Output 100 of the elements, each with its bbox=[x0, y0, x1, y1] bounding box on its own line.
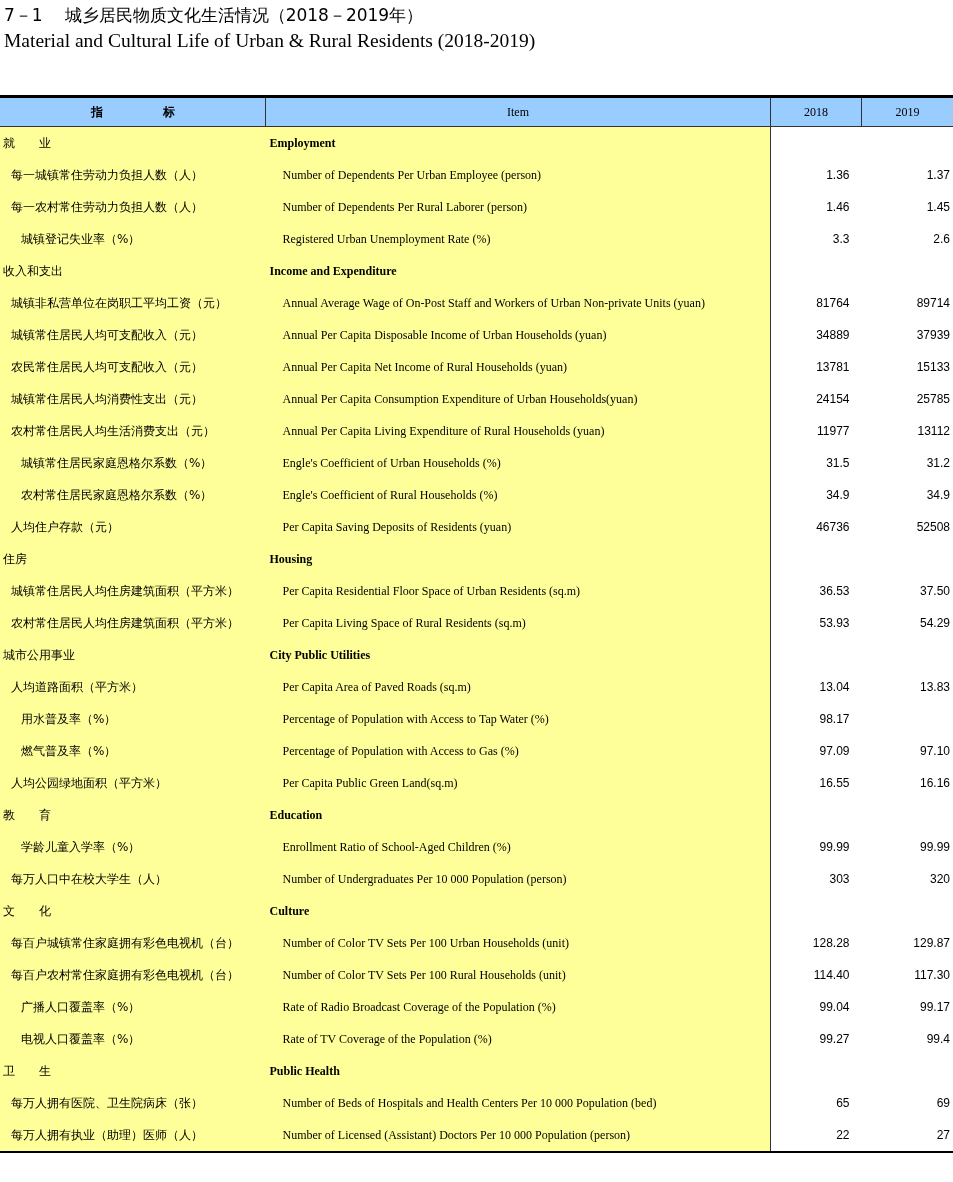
table-cell-text: 97.10 bbox=[918, 743, 951, 760]
table-number: 7－1 bbox=[4, 4, 43, 27]
table-cell: Enrollment Ratio of School-Aged Children (%) bbox=[265, 831, 771, 863]
table-cell: 每万人拥有医院、卫生院病床（张） bbox=[0, 1087, 266, 1119]
table-cell: 住房 bbox=[0, 543, 266, 575]
table-cell: Number of Undergraduates Per 10 000 Population (person) bbox=[265, 863, 771, 895]
table-cell: Rate of TV Coverage of the Population (%) bbox=[265, 1023, 771, 1055]
table-cell: 34889 bbox=[770, 319, 862, 351]
table-cell: 99.27 bbox=[770, 1023, 862, 1055]
page-subtitle: Material and Cultural Life of Urban & Rural Residents (2018-2019) bbox=[3, 30, 537, 53]
table-cell: 城市公用事业 bbox=[0, 639, 266, 671]
table-cell: Public Health bbox=[265, 1055, 771, 1087]
table-cell: Annual Per Capita Disposable Income of Urban Households (yuan) bbox=[265, 319, 771, 351]
table-cell: 农村常住居民家庭恩格尔系数（%） bbox=[0, 479, 266, 511]
table-cell: Registered Urban Unemployment Rate (%) bbox=[265, 223, 771, 255]
table-cell: 燃气普及率（%） bbox=[0, 735, 266, 767]
table-cell-text: 13.83 bbox=[918, 679, 951, 696]
table-cell: 广播人口覆盖率（%） bbox=[0, 991, 266, 1023]
table-cell-text: 37.50 bbox=[918, 583, 951, 600]
table-cell: Number of Licensed (Assistant) Doctors Per 10 000 Population (person) bbox=[265, 1119, 771, 1152]
table-cell: 每百户城镇常住家庭拥有彩色电视机（台） bbox=[0, 927, 266, 959]
table-cell: 用水普及率（%） bbox=[0, 703, 266, 735]
table-cell: 人均道路面积（平方米） bbox=[0, 671, 266, 703]
table-cell: 文 化 bbox=[0, 895, 266, 927]
table-cell: Education bbox=[265, 799, 771, 831]
table-cell: City Public Utilities bbox=[265, 639, 771, 671]
table-cell: Annual Per Capita Net Income of Rural Households (yuan) bbox=[265, 351, 771, 383]
table-cell: Employment bbox=[265, 126, 771, 159]
table-cell: 16.55 bbox=[770, 767, 862, 799]
table-cell: 13781 bbox=[770, 351, 862, 383]
page-title: 城乡居民物质文化生活情况（2018－2019年） bbox=[64, 4, 424, 27]
table-cell: 城镇常住居民人均住房建筑面积（平方米） bbox=[0, 575, 266, 607]
table-cell: 53.93 bbox=[770, 607, 862, 639]
table-cell: 每百户农村常住家庭拥有彩色电视机（台） bbox=[0, 959, 266, 991]
table-cell: 每一城镇常住劳动力负担人数（人） bbox=[0, 159, 266, 191]
table-cell: 27 bbox=[861, 1119, 953, 1152]
table-cell-text: 37939 bbox=[915, 327, 951, 344]
table-cell: 城镇常住居民人均消费性支出（元） bbox=[0, 383, 266, 415]
table-cell: 每万人拥有执业（助理）医师（人） bbox=[0, 1119, 266, 1152]
table-cell: 人均公园绿地面积（平方米） bbox=[0, 767, 266, 799]
table-cell: Housing bbox=[265, 543, 771, 575]
table-cell: 农村常住居民人均生活消费支出（元） bbox=[0, 415, 266, 447]
table-cell: 99.99 bbox=[770, 831, 862, 863]
table-cell: 就 业 bbox=[0, 126, 266, 159]
table-cell: 34.9 bbox=[770, 479, 862, 511]
table-cell-text: 1.45 bbox=[925, 199, 951, 216]
table-cell: 电视人口覆盖率（%） bbox=[0, 1023, 266, 1055]
table-cell: 1.46 bbox=[770, 191, 862, 223]
table-cell: Engle's Coefficient of Rural Households (%) bbox=[265, 479, 771, 511]
table-cell: Income and Expenditure bbox=[265, 255, 771, 287]
table-cell-text: 16.16 bbox=[918, 775, 951, 792]
table-cell-text: 1.37 bbox=[925, 167, 951, 184]
table-cell: Culture bbox=[265, 895, 771, 927]
table-cell-text: 34.9 bbox=[925, 487, 951, 504]
table-cell: 收入和支出 bbox=[0, 255, 266, 287]
table-cell: 1.36 bbox=[770, 159, 862, 191]
column-header: 2018 bbox=[770, 96, 862, 127]
table-cell: 98.17 bbox=[770, 703, 862, 735]
table-cell: Per Capita Saving Deposits of Residents (yuan) bbox=[265, 511, 771, 543]
table-cell-text: 2.6 bbox=[932, 231, 951, 248]
table-cell: Percentage of Population with Access to Tap Water (%) bbox=[265, 703, 771, 735]
table-cell: Engle's Coefficient of Urban Households (%) bbox=[265, 447, 771, 479]
table-cell: Annual Average Wage of On-Post Staff and Workers of Urban Non-private Units (yuan) bbox=[265, 287, 771, 319]
table-cell: 城镇非私营单位在岗职工平均工资（元） bbox=[0, 287, 266, 319]
table-cell: Number of Dependents Per Urban Employee (person) bbox=[265, 159, 771, 191]
table-cell: 13.04 bbox=[770, 671, 862, 703]
table-cell: 22 bbox=[770, 1119, 862, 1152]
column-header: 2019 bbox=[861, 96, 953, 127]
table-cell: 114.40 bbox=[770, 959, 862, 991]
table-cell: 128.28 bbox=[770, 927, 862, 959]
table-cell: Number of Color TV Sets Per 100 Rural Households (unit) bbox=[265, 959, 771, 991]
table-cell: 81764 bbox=[770, 287, 862, 319]
table-cell: 每一农村常住劳动力负担人数（人） bbox=[0, 191, 266, 223]
table-cell: Number of Color TV Sets Per 100 Urban Households (unit) bbox=[265, 927, 771, 959]
table-cell: 99.04 bbox=[770, 991, 862, 1023]
table-cell: 人均住户存款（元） bbox=[0, 511, 266, 543]
table-cell: Rate of Radio Broadcast Coverage of the Population (%) bbox=[265, 991, 771, 1023]
table-cell: 城镇常住居民人均可支配收入（元） bbox=[0, 319, 266, 351]
table-cell: 教 育 bbox=[0, 799, 266, 831]
table-cell: Number of Dependents Per Rural Laborer (person) bbox=[265, 191, 771, 223]
table-cell-text: 52508 bbox=[915, 519, 951, 536]
table-cell-text: 54.29 bbox=[918, 615, 951, 632]
table-cell: 城镇登记失业率（%） bbox=[0, 223, 266, 255]
table-cell: 农村常住居民人均住房建筑面积（平方米） bbox=[0, 607, 266, 639]
table-cell: Per Capita Living Space of Rural Residents (sq.m) bbox=[265, 607, 771, 639]
table-cell: 学龄儿童入学率（%） bbox=[0, 831, 266, 863]
table-cell: Percentage of Population with Access to Gas (%) bbox=[265, 735, 771, 767]
table-cell-text: 89714 bbox=[915, 295, 951, 312]
table-cell: 303 bbox=[770, 863, 862, 895]
table-cell: 3.3 bbox=[770, 223, 862, 255]
table-cell: 每万人口中在校大学生（人） bbox=[0, 863, 266, 895]
table-cell-text: 31.2 bbox=[925, 455, 951, 472]
table-cell: 卫 生 bbox=[0, 1055, 266, 1087]
table-cell-text: 117.30 bbox=[913, 967, 951, 984]
column-header: Item bbox=[265, 96, 771, 127]
table-cell-text: 13112 bbox=[916, 423, 951, 440]
table-cell: 城镇常住居民家庭恩格尔系数（%） bbox=[0, 447, 266, 479]
table-cell-text: 25785 bbox=[915, 391, 951, 408]
table-cell: 97.09 bbox=[770, 735, 862, 767]
table-cell: Annual Per Capita Living Expenditure of Rural Households (yuan) bbox=[265, 415, 771, 447]
